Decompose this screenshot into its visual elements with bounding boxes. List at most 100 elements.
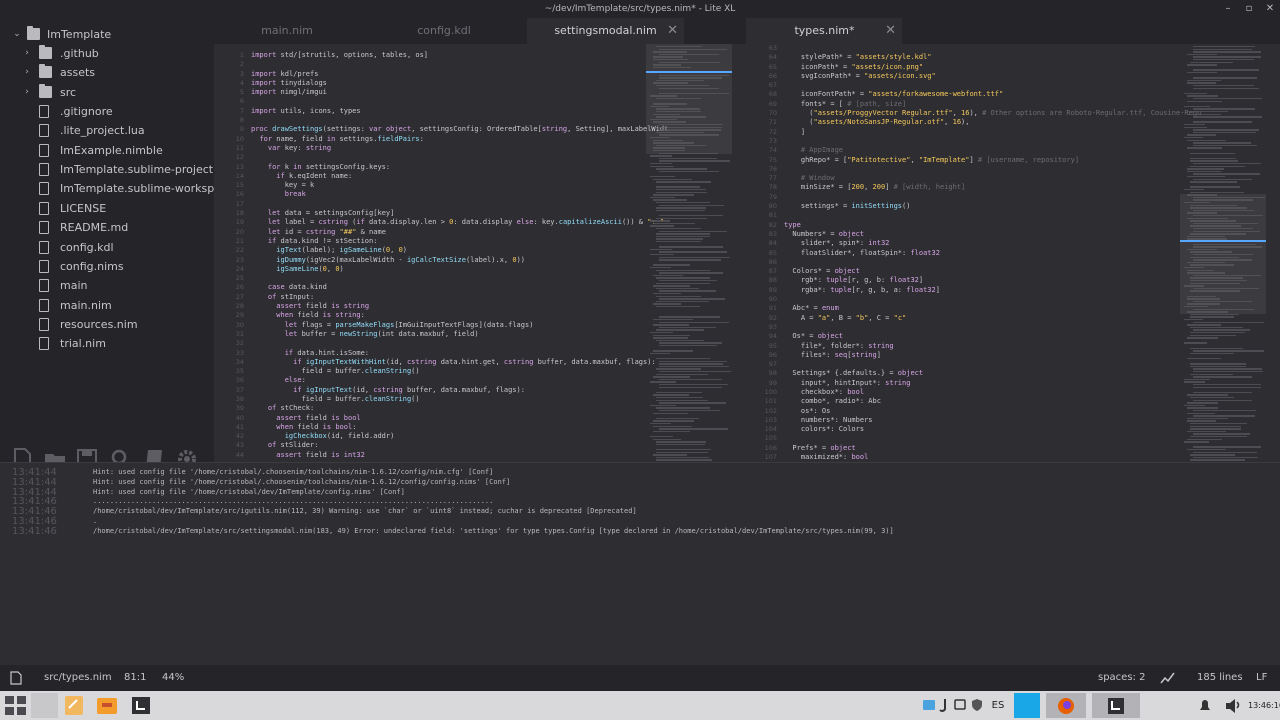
line-number: 4 bbox=[239, 78, 244, 87]
line-number: 89 bbox=[768, 285, 777, 294]
code-line: # Window bbox=[800, 174, 835, 183]
code-line: ​ bbox=[784, 295, 1201, 304]
code-area[interactable]: import std/[strutils, options, tables, o… bbox=[251, 51, 668, 460]
minimap-line bbox=[653, 142, 694, 144]
minimap-line bbox=[1193, 51, 1262, 53]
minimap-line bbox=[650, 423, 672, 425]
tree-item[interactable]: config.nims bbox=[0, 257, 214, 276]
code-line: input*, hintInput*: string bbox=[784, 378, 911, 387]
minimap-line bbox=[1184, 202, 1210, 204]
tab-settingsmodal-nim[interactable]: settingsmodal.nim ✕ bbox=[527, 18, 684, 44]
tab-types-nim[interactable]: types.nim* ✕ bbox=[747, 18, 902, 44]
tray-shield-icon[interactable] bbox=[970, 693, 984, 718]
minimap-line bbox=[659, 61, 720, 63]
log-row: 13:41:46/home/cristobal/dev/ImTemplate/s… bbox=[0, 507, 1280, 517]
tree-item[interactable]: LICENSE bbox=[0, 199, 214, 218]
line-number: 100 bbox=[764, 387, 777, 396]
code-line: key = k bbox=[251, 181, 315, 190]
bell-icon[interactable] bbox=[1196, 693, 1214, 718]
file-icon bbox=[39, 105, 49, 119]
tree-item[interactable]: resources.nim bbox=[0, 315, 214, 334]
line-number-gutter: 1 2 3 4 5 6 7 8 9 10 11 12 13 14 15 16 17 18 19 20 21 22 23 24 2… bbox=[214, 51, 244, 460]
clock[interactable]: 13:46:16 bbox=[1248, 691, 1280, 720]
minimap[interactable] bbox=[1180, 44, 1266, 462]
code-line: if data.kind != stSection: bbox=[267, 236, 378, 245]
minimap-line bbox=[650, 332, 673, 334]
line-number: 75 bbox=[768, 155, 777, 164]
line-number: 105 bbox=[764, 434, 777, 443]
code-line: iconPath* = "assets/icon.png" bbox=[784, 62, 924, 71]
minimap-line bbox=[1193, 456, 1258, 459]
tree-root[interactable]: ⌄ ImTemplate bbox=[0, 25, 214, 44]
minimap-line bbox=[656, 98, 701, 100]
minimap-line bbox=[1187, 430, 1227, 433]
tree-item[interactable]: main.nim bbox=[0, 296, 214, 315]
close-window-button[interactable]: ✕ bbox=[1260, 0, 1280, 18]
maximize-button[interactable]: ▫ bbox=[1239, 0, 1259, 18]
log-row: 13:41:46................................… bbox=[0, 497, 1280, 507]
window-titlebar: ~/dev/ImTemplate/src/types.nim* - Lite X… bbox=[0, 0, 1280, 18]
keyboard-layout[interactable]: ES bbox=[987, 693, 1009, 718]
tree-item[interactable]: ImTemplate.sublime-project bbox=[0, 160, 214, 179]
close-tab-icon[interactable]: ✕ bbox=[885, 18, 896, 44]
minimap-line bbox=[1190, 160, 1238, 162]
code-line: ​ bbox=[784, 211, 1201, 220]
minimap-line bbox=[659, 259, 722, 261]
tree-item[interactable]: .lite_project.lua bbox=[0, 121, 214, 140]
lite-xl-app-icon[interactable] bbox=[127, 693, 155, 718]
tree-item[interactable]: .gitignore bbox=[0, 102, 214, 121]
app-menu-icon[interactable] bbox=[2, 693, 30, 718]
minimap-line bbox=[1184, 378, 1210, 381]
tree-item[interactable]: ImTemplate.sublime-workspace bbox=[0, 179, 234, 198]
taskbar-firefox[interactable] bbox=[1046, 693, 1086, 718]
minimap-line bbox=[1190, 459, 1245, 461]
status-indent[interactable]: spaces: 2 bbox=[1098, 665, 1145, 691]
close-tab-icon[interactable]: ✕ bbox=[667, 18, 678, 44]
minimap-line bbox=[650, 95, 677, 97]
minimap-line bbox=[1187, 53, 1218, 56]
taskbar-lite-xl[interactable] bbox=[1092, 693, 1140, 718]
minimap-line bbox=[1193, 116, 1263, 118]
code-line: let label = cstring (if data.display.len… bbox=[267, 218, 664, 227]
tree-item[interactable]: ImExample.nimble bbox=[0, 141, 214, 160]
tree-item[interactable]: › assets bbox=[0, 63, 214, 82]
tray-j-icon[interactable] bbox=[938, 693, 950, 718]
window-title: ~/dev/ImTemplate/src/types.nim* - Lite X… bbox=[544, 4, 736, 14]
line-chart-icon[interactable] bbox=[1160, 672, 1176, 684]
tray-chat-icon[interactable] bbox=[953, 693, 967, 718]
tray-active-window-indicator[interactable] bbox=[1014, 693, 1040, 718]
tab-main-nim[interactable]: main.nim bbox=[214, 18, 360, 44]
file-manager-app-icon[interactable] bbox=[93, 693, 121, 718]
code-area[interactable]: ​ stylePath* = "assets/style.kdl" iconPa… bbox=[784, 44, 1201, 462]
minimap-line bbox=[1187, 147, 1223, 149]
tree-item[interactable]: config.kdl bbox=[0, 238, 214, 257]
minimap[interactable] bbox=[646, 44, 732, 462]
line-number: 84 bbox=[768, 239, 777, 248]
minimap-line bbox=[659, 152, 719, 154]
tree-item[interactable]: › .github bbox=[0, 44, 214, 63]
minimap-line bbox=[659, 410, 720, 412]
tree-item-label: README.md bbox=[60, 221, 129, 235]
minimap-line bbox=[1184, 92, 1208, 95]
minimap-line bbox=[1193, 415, 1256, 417]
code-line: of stCheck: bbox=[267, 404, 315, 413]
tree-item[interactable]: main bbox=[0, 276, 214, 295]
tree-item[interactable]: README.md bbox=[0, 218, 214, 237]
line-number: 21 bbox=[235, 236, 244, 245]
volume-icon[interactable] bbox=[1224, 693, 1242, 718]
tree-item[interactable]: › src bbox=[0, 83, 214, 102]
log-timestamp: 13:41:44 bbox=[12, 476, 57, 488]
chevron-right-icon: › bbox=[25, 86, 29, 97]
status-line-ending[interactable]: LF bbox=[1256, 665, 1267, 691]
minimize-button[interactable]: – bbox=[1218, 0, 1238, 18]
tab-config-kdl[interactable]: config.kdl bbox=[371, 18, 517, 44]
code-line: ​ bbox=[251, 60, 668, 69]
code-line: rgb*: tuple[r, g, b: float32] bbox=[784, 276, 924, 285]
minimap-line bbox=[1187, 324, 1221, 326]
status-file[interactable]: src/types.nim bbox=[44, 665, 112, 691]
tree-item[interactable]: trial.nim bbox=[0, 334, 214, 353]
line-number: 93 bbox=[768, 322, 777, 331]
code-line: if igInputTextWithHint(id, cstring data.… bbox=[293, 357, 656, 366]
tray-monitor-icon[interactable] bbox=[922, 693, 936, 718]
text-editor-app-icon[interactable] bbox=[60, 693, 88, 718]
